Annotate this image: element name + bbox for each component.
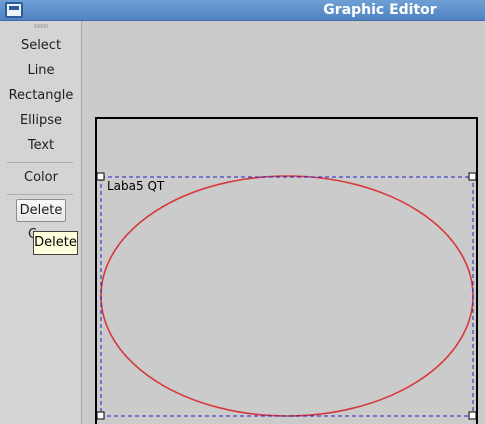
resize-handle-top-right[interactable] (468, 172, 477, 181)
delete-tooltip: Delete (33, 231, 78, 255)
selection-box (100, 176, 474, 417)
resize-handle-bottom-left[interactable] (96, 411, 105, 420)
scene-canvas[interactable] (0, 0, 485, 424)
ellipse-shape[interactable] (100, 175, 474, 417)
resize-handle-top-left[interactable] (96, 172, 105, 181)
scene-text-item[interactable]: Laba5 QT (107, 179, 164, 193)
resize-handle-bottom-right[interactable] (468, 411, 477, 420)
